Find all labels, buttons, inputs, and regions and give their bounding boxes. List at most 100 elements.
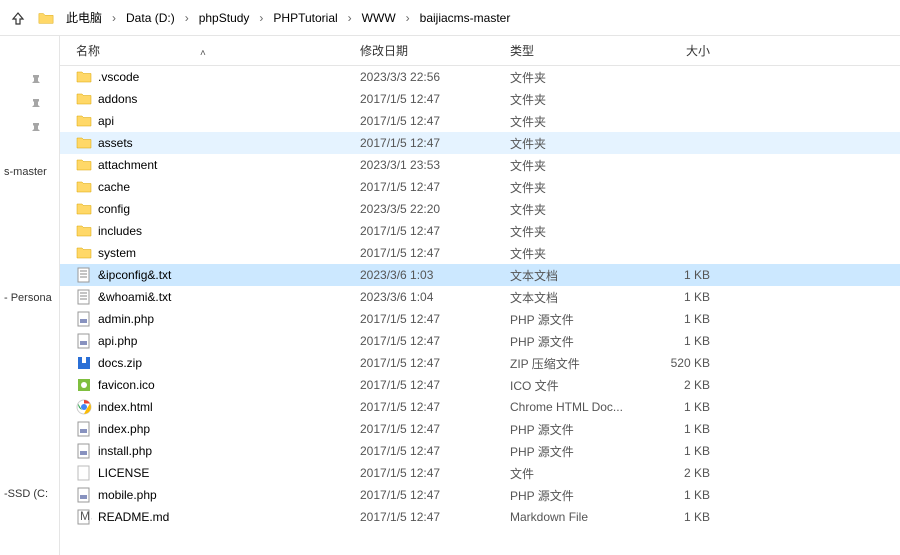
folder-icon [76, 135, 92, 151]
file-row[interactable]: LICENSE2017/1/5 12:47文件2 KB [60, 462, 900, 484]
file-date: 2017/1/5 12:47 [360, 422, 510, 436]
file-name: system [98, 246, 136, 260]
pin-icon[interactable] [30, 122, 46, 138]
file-row[interactable]: favicon.ico2017/1/5 12:47ICO 文件2 KB [60, 374, 900, 396]
file-size: 2 KB [650, 466, 730, 480]
breadcrumb: 此电脑›Data (D:)›phpStudy›PHPTutorial›WWW›b… [60, 5, 516, 30]
folder-icon [76, 179, 92, 195]
file-name: favicon.ico [98, 378, 155, 392]
file-type: PHP 源文件 [510, 421, 650, 438]
php-icon [76, 311, 92, 327]
file-name: api.php [98, 334, 137, 348]
file-row[interactable]: M↓README.md2017/1/5 12:47Markdown File1 … [60, 506, 900, 528]
file-date: 2023/3/3 22:56 [360, 70, 510, 84]
breadcrumb-item[interactable]: 此电脑 [60, 5, 108, 30]
sort-indicator-icon: ˄ [200, 48, 206, 59]
file-type: 文本文档 [510, 267, 650, 284]
file-row[interactable]: addons2017/1/5 12:47文件夹 [60, 88, 900, 110]
sidebar-item[interactable]: -SSD (C: [0, 486, 59, 502]
file-row[interactable]: docs.zip2017/1/5 12:47ZIP 压缩文件520 KB [60, 352, 900, 374]
file-type: PHP 源文件 [510, 311, 650, 328]
pin-icon[interactable] [30, 98, 46, 114]
file-row[interactable]: index.html 2017/1/5 12:47Chrome HTML Doc.… [60, 396, 900, 418]
file-date: 2017/1/5 12:47 [360, 466, 510, 480]
file-date: 2017/1/5 12:47 [360, 444, 510, 458]
file-row[interactable]: attachment2023/3/1 23:53文件夹 [60, 154, 900, 176]
file-size: 1 KB [650, 422, 730, 436]
file-size: 520 KB [650, 356, 730, 370]
col-size-header[interactable]: 大小 [650, 42, 730, 59]
file-size: 1 KB [650, 510, 730, 524]
nav-sidebar: s-master - Persona -SSD (C: [0, 36, 60, 555]
file-type: 文件夹 [510, 135, 650, 152]
php-icon [76, 487, 92, 503]
file-row[interactable]: assets2017/1/5 12:47文件夹 [60, 132, 900, 154]
chevron-right-icon: › [346, 11, 354, 25]
file-name: &whoami&.txt [98, 290, 171, 304]
folder-icon [76, 201, 92, 217]
file-size: 1 KB [650, 268, 730, 282]
col-name-header[interactable]: 名称 ˄ [60, 42, 360, 59]
file-name: cache [98, 180, 130, 194]
chrome-icon [76, 399, 92, 415]
breadcrumb-item[interactable]: phpStudy [193, 7, 256, 29]
ico-icon [76, 377, 92, 393]
sidebar-item[interactable]: - Persona [0, 290, 59, 306]
php-icon [76, 443, 92, 459]
chevron-right-icon: › [404, 11, 412, 25]
file-row[interactable]: api2017/1/5 12:47文件夹 [60, 110, 900, 132]
file-date: 2017/1/5 12:47 [360, 92, 510, 106]
file-row[interactable]: &whoami&.txt2023/3/6 1:04文本文档1 KB [60, 286, 900, 308]
file-row[interactable]: index.php2017/1/5 12:47PHP 源文件1 KB [60, 418, 900, 440]
chevron-right-icon: › [110, 11, 118, 25]
breadcrumb-item[interactable]: PHPTutorial [267, 7, 343, 29]
file-row[interactable]: includes2017/1/5 12:47文件夹 [60, 220, 900, 242]
file-row[interactable]: api.php2017/1/5 12:47PHP 源文件1 KB [60, 330, 900, 352]
svg-text:M↓: M↓ [80, 509, 92, 523]
file-name: .vscode [98, 70, 139, 84]
folder-icon [76, 113, 92, 129]
file-type: 文件夹 [510, 113, 650, 130]
breadcrumb-item[interactable]: Data (D:) [120, 7, 181, 29]
breadcrumb-item[interactable]: WWW [356, 7, 402, 29]
file-size: 2 KB [650, 378, 730, 392]
file-row[interactable]: .vscode2023/3/3 22:56文件夹 [60, 66, 900, 88]
file-size: 1 KB [650, 488, 730, 502]
file-date: 2017/1/5 12:47 [360, 180, 510, 194]
folder-icon [38, 10, 54, 26]
txt-icon [76, 267, 92, 283]
file-date: 2017/1/5 12:47 [360, 488, 510, 502]
folder-icon [76, 69, 92, 85]
breadcrumb-item[interactable]: baijiacms-master [414, 7, 517, 29]
file-type: Chrome HTML Doc... [510, 400, 650, 414]
md-icon: M↓ [76, 509, 92, 525]
file-name: install.php [98, 444, 152, 458]
col-date-header[interactable]: 修改日期 [360, 42, 510, 59]
file-name: docs.zip [98, 356, 142, 370]
file-size: 1 KB [650, 334, 730, 348]
file-type: 文件夹 [510, 201, 650, 218]
file-date: 2017/1/5 12:47 [360, 136, 510, 150]
sidebar-item[interactable]: s-master [0, 164, 59, 180]
file-size: 1 KB [650, 444, 730, 458]
file-row[interactable]: config2023/3/5 22:20文件夹 [60, 198, 900, 220]
file-type: 文件夹 [510, 245, 650, 262]
file-row[interactable]: cache2017/1/5 12:47文件夹 [60, 176, 900, 198]
pin-icon[interactable] [30, 74, 46, 90]
file-date: 2023/3/6 1:04 [360, 290, 510, 304]
file-row[interactable]: mobile.php2017/1/5 12:47PHP 源文件1 KB [60, 484, 900, 506]
file-row[interactable]: admin.php2017/1/5 12:47PHP 源文件1 KB [60, 308, 900, 330]
file-date: 2017/1/5 12:47 [360, 378, 510, 392]
file-row[interactable]: install.php2017/1/5 12:47PHP 源文件1 KB [60, 440, 900, 462]
file-date: 2017/1/5 12:47 [360, 400, 510, 414]
file-name: api [98, 114, 114, 128]
file-date: 2017/1/5 12:47 [360, 246, 510, 260]
file-row[interactable]: &ipconfig&.txt2023/3/6 1:03文本文档1 KB [60, 264, 900, 286]
file-name: index.html [98, 400, 153, 414]
file-type: PHP 源文件 [510, 487, 650, 504]
file-date: 2023/3/1 23:53 [360, 158, 510, 172]
col-type-header[interactable]: 类型 [510, 42, 650, 59]
file-row[interactable]: system 2017/1/5 12:47文件夹 [60, 242, 900, 264]
up-button[interactable] [10, 10, 26, 26]
folder-icon [76, 223, 92, 239]
